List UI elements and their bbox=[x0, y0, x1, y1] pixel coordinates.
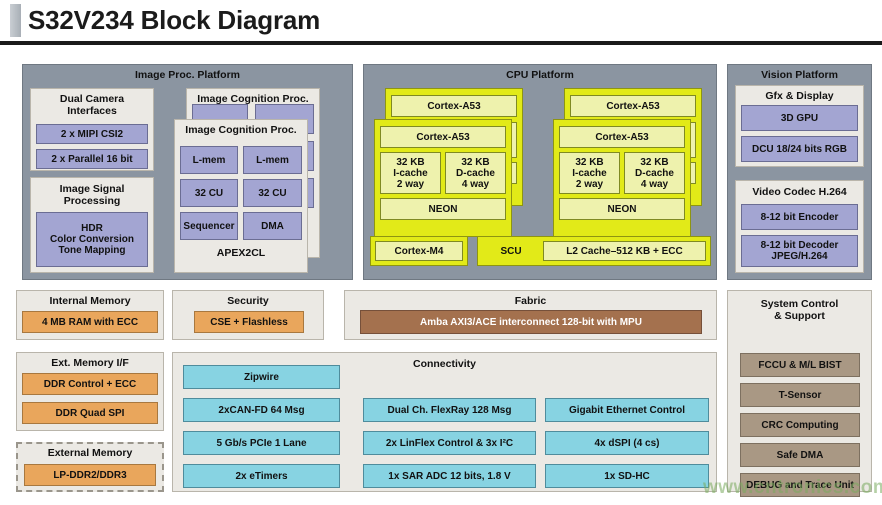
cluster-left-icache: 32 KB I-cache 2 way bbox=[380, 152, 441, 194]
chip-lmem-2[interactable]: L-mem bbox=[243, 146, 302, 174]
chip-dspi[interactable]: 4x dSPI (4 cs) bbox=[545, 431, 709, 455]
chip-ddr-control-ecc[interactable]: DDR Control + ECC bbox=[22, 373, 158, 395]
external-memory-heading: External Memory bbox=[47, 447, 133, 459]
chip-3d-gpu[interactable]: 3D GPU bbox=[741, 105, 858, 131]
cluster-left-front-label: Cortex-A53 bbox=[380, 126, 506, 148]
chip-hdr-line3: Tone Mapping bbox=[58, 245, 126, 256]
cluster-left-icache-line1: 32 KB bbox=[396, 156, 425, 168]
system-control-heading-line1: System Control bbox=[760, 298, 839, 310]
chip-crc-computing[interactable]: CRC Computing bbox=[740, 413, 860, 437]
cpu-platform-heading: CPU Platform bbox=[506, 69, 574, 81]
cluster-right-front-label: Cortex-A53 bbox=[559, 126, 685, 148]
dual-camera-heading-line2: Interfaces bbox=[67, 105, 117, 117]
cluster-right-icache-line2: I-cache bbox=[572, 167, 607, 179]
apex2cl-footer: APEX2CL bbox=[216, 247, 266, 259]
chip-lp-ddr2-ddr3[interactable]: LP-DDR2/DDR3 bbox=[24, 464, 156, 486]
chip-gigabit-ethernet[interactable]: Gigabit Ethernet Control bbox=[545, 398, 709, 422]
cluster-right-dcache-line3: 4 way bbox=[640, 178, 669, 190]
chip-decoder[interactable]: 8-12 bit Decoder JPEG/H.264 bbox=[741, 235, 858, 267]
title-bar: S32V234 Block Diagram bbox=[0, 0, 882, 45]
chip-hdr-line2: Color Conversion bbox=[50, 234, 134, 245]
cluster-right-neon: NEON bbox=[559, 198, 685, 220]
cluster-left-dcache-line2: D-cache bbox=[456, 167, 495, 179]
chip-parallel-16bit[interactable]: 2 x Parallel 16 bit bbox=[36, 149, 148, 169]
chip-sequencer[interactable]: Sequencer bbox=[180, 212, 238, 240]
chip-t-sensor[interactable]: T-Sensor bbox=[740, 383, 860, 407]
cluster-right-dcache: 32 KB D-cache 4 way bbox=[624, 152, 685, 194]
title-accent-bar bbox=[10, 4, 21, 37]
cluster-left-icache-line3: 2 way bbox=[396, 178, 425, 190]
title-divider bbox=[0, 41, 882, 45]
vision-platform-heading: Vision Platform bbox=[761, 69, 838, 81]
dual-camera-heading-line1: Dual Camera bbox=[59, 93, 125, 105]
cluster-left-dcache: 32 KB D-cache 4 way bbox=[445, 152, 506, 194]
chip-pcie[interactable]: 5 Gb/s PCIe 1 Lane bbox=[183, 431, 340, 455]
fabric-heading: Fabric bbox=[514, 295, 547, 307]
image-cognition-front-heading: Image Cognition Proc. bbox=[185, 124, 297, 136]
chip-scu[interactable]: SCU bbox=[482, 241, 540, 261]
chip-lmem-1[interactable]: L-mem bbox=[180, 146, 238, 174]
chip-l2-cache[interactable]: L2 Cache–512 KB + ECC bbox=[543, 241, 706, 261]
cluster-left-back-label: Cortex-A53 bbox=[391, 95, 517, 117]
isp-heading-line2: Processing bbox=[63, 195, 121, 207]
chip-fccu-ml-bist[interactable]: FCCU & M/L BIST bbox=[740, 353, 860, 377]
chip-encoder[interactable]: 8-12 bit Encoder bbox=[741, 204, 858, 230]
isp-heading-line1: Image Signal bbox=[59, 183, 125, 195]
chip-amba-interconnect[interactable]: Amba AXI3/ACE interconnect 128-bit with … bbox=[360, 310, 702, 334]
chip-flexray[interactable]: Dual Ch. FlexRay 128 Msg bbox=[363, 398, 536, 422]
chip-zipwire[interactable]: Zipwire bbox=[183, 365, 340, 389]
chip-decoder-line2: JPEG/H.264 bbox=[771, 251, 828, 262]
chip-hdr-line1: HDR bbox=[81, 223, 103, 234]
cluster-left-dcache-line3: 4 way bbox=[461, 178, 490, 190]
page-title: S32V234 Block Diagram bbox=[28, 5, 321, 35]
chip-32cu-2[interactable]: 32 CU bbox=[243, 179, 302, 207]
gfx-display-heading: Gfx & Display bbox=[765, 90, 834, 102]
cluster-right-dcache-line2: D-cache bbox=[635, 167, 674, 179]
chip-4mb-ram-ecc[interactable]: 4 MB RAM with ECC bbox=[22, 311, 158, 333]
chip-32cu-1[interactable]: 32 CU bbox=[180, 179, 238, 207]
chip-etimers[interactable]: 2x eTimers bbox=[183, 464, 340, 488]
image-cognition-back-heading: Image Cognition Proc. bbox=[197, 93, 309, 105]
cluster-left-icache-line2: I-cache bbox=[393, 167, 428, 179]
chip-decoder-line1: 8-12 bit Decoder bbox=[760, 240, 839, 251]
chip-sd-hc[interactable]: 1x SD-HC bbox=[545, 464, 709, 488]
system-control-heading-line2: & Support bbox=[774, 310, 825, 322]
chip-ddr-quad-spi[interactable]: DDR Quad SPI bbox=[22, 402, 158, 424]
cluster-right-icache-line1: 32 KB bbox=[575, 156, 604, 168]
chip-cortex-m4[interactable]: Cortex-M4 bbox=[375, 241, 463, 261]
cluster-left-neon: NEON bbox=[380, 198, 506, 220]
cluster-right-icache-line3: 2 way bbox=[575, 178, 604, 190]
chip-mipi-csi2[interactable]: 2 x MIPI CSI2 bbox=[36, 124, 148, 144]
cluster-left-dcache-line1: 32 KB bbox=[461, 156, 490, 168]
cluster-right-dcache-line1: 32 KB bbox=[640, 156, 669, 168]
chip-can-fd[interactable]: 2xCAN-FD 64 Msg bbox=[183, 398, 340, 422]
watermark: www.cntronics.com bbox=[703, 477, 882, 498]
chip-hdr-color-tone[interactable]: HDR Color Conversion Tone Mapping bbox=[36, 212, 148, 267]
ext-memory-if-heading: Ext. Memory I/F bbox=[51, 357, 129, 369]
security-heading: Security bbox=[227, 295, 269, 307]
video-codec-heading: Video Codec H.264 bbox=[752, 186, 847, 198]
chip-cse-flashless[interactable]: CSE + Flashless bbox=[194, 311, 304, 333]
chip-safe-dma[interactable]: Safe DMA bbox=[740, 443, 860, 467]
cluster-right-back-label: Cortex-A53 bbox=[570, 95, 696, 117]
cluster-right-icache: 32 KB I-cache 2 way bbox=[559, 152, 620, 194]
chip-dcu-rgb[interactable]: DCU 18/24 bits RGB bbox=[741, 136, 858, 162]
chip-dma[interactable]: DMA bbox=[243, 212, 302, 240]
internal-memory-heading: Internal Memory bbox=[49, 295, 131, 307]
chip-linflex-i2c[interactable]: 2x LinFlex Control & 3x I²C bbox=[363, 431, 536, 455]
image-proc-platform-heading: Image Proc. Platform bbox=[134, 69, 241, 81]
chip-sar-adc[interactable]: 1x SAR ADC 12 bits, 1.8 V bbox=[363, 464, 536, 488]
